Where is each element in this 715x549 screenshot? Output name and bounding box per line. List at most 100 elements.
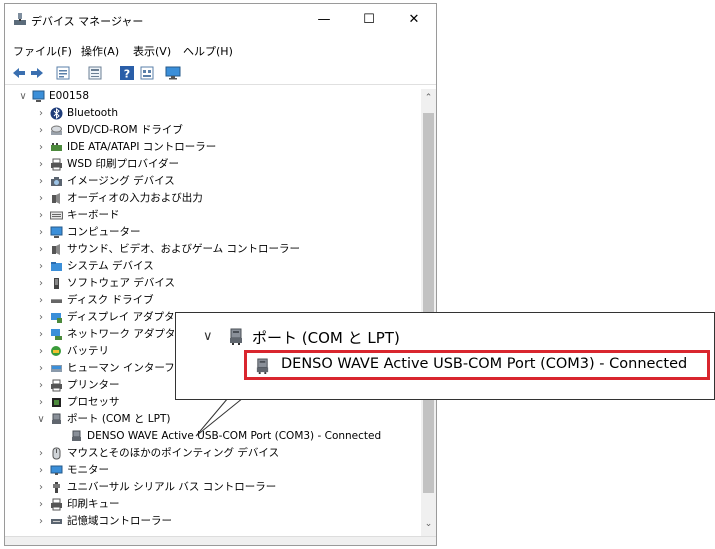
port-icon bbox=[230, 328, 242, 345]
properties-icon[interactable] bbox=[55, 65, 71, 81]
monitor-icon[interactable] bbox=[165, 65, 181, 81]
network-adapter-icon bbox=[50, 328, 63, 341]
tree-item-label: バッテリ bbox=[67, 345, 109, 357]
tree-item-label: ソフトウェア デバイス bbox=[67, 277, 176, 289]
chevron-right-icon[interactable]: › bbox=[36, 326, 46, 343]
window-title: デバイス マネージャー bbox=[31, 15, 144, 28]
keyboard-icon bbox=[50, 209, 63, 222]
back-arrow-icon[interactable] bbox=[11, 65, 27, 81]
tree-item-label: オーディオの入力および出力 bbox=[67, 192, 203, 204]
chevron-right-icon[interactable]: › bbox=[36, 394, 46, 411]
maximize-button[interactable]: ☐ bbox=[347, 4, 391, 36]
tree-item-label: ユニバーサル シリアル バス コントローラー bbox=[67, 481, 277, 493]
system-folder-icon bbox=[50, 260, 63, 273]
speaker-icon bbox=[50, 192, 63, 205]
speaker-icon bbox=[50, 243, 63, 256]
battery-icon bbox=[50, 345, 63, 358]
tree-item-label: プリンター bbox=[67, 379, 120, 391]
status-bar bbox=[5, 536, 436, 545]
chevron-right-icon[interactable]: › bbox=[36, 292, 46, 309]
chevron-right-icon[interactable]: › bbox=[36, 156, 46, 173]
computer-icon bbox=[32, 90, 45, 103]
chevron-right-icon[interactable]: › bbox=[36, 241, 46, 258]
tree-item-label: イメージング デバイス bbox=[67, 175, 175, 187]
chevron-right-icon[interactable]: › bbox=[36, 207, 46, 224]
chevron-right-icon[interactable]: › bbox=[36, 224, 46, 241]
chevron-right-icon[interactable]: › bbox=[36, 258, 46, 275]
zoom-callout: ∨ ポート (COM と LPT) DENSO WAVE Active USB-… bbox=[175, 312, 715, 400]
toolbar: ? bbox=[5, 62, 436, 85]
chevron-right-icon[interactable]: › bbox=[36, 275, 46, 292]
tree-item-label: サウンド、ビデオ、およびゲーム コントローラー bbox=[67, 243, 300, 255]
tree-item-label: システム デバイス bbox=[67, 260, 154, 272]
chevron-right-icon[interactable]: › bbox=[36, 513, 46, 530]
menu-view[interactable]: 表示(V) bbox=[133, 43, 171, 59]
scroll-down-arrow-icon[interactable]: ⌄ bbox=[421, 519, 436, 529]
title-bar: デバイス マネージャー — ☐ ✕ bbox=[5, 4, 436, 36]
help-icon[interactable]: ? bbox=[119, 65, 135, 81]
tree-item-label: ネットワーク アダプター bbox=[67, 328, 186, 340]
port-icon bbox=[256, 358, 269, 374]
tree-item-label: マウスとそのほかのポインティング デバイス bbox=[67, 447, 280, 459]
chevron-right-icon[interactable]: › bbox=[36, 343, 46, 360]
tree-item-label: 記憶域コントローラー bbox=[67, 515, 172, 527]
menu-bar: ファイル(F) 操作(A) 表示(V) ヘルプ(H) bbox=[5, 40, 436, 60]
zoom-device-highlight: DENSO WAVE Active USB-COM Port (COM3) - … bbox=[244, 350, 710, 380]
device-manager-icon bbox=[14, 13, 26, 25]
chevron-right-icon[interactable]: › bbox=[36, 377, 46, 394]
storage-controller-icon bbox=[50, 515, 63, 528]
tree-item-label: WSD 印刷プロバイダー bbox=[67, 158, 180, 170]
tree-item-label: DVD/CD-ROM ドライブ bbox=[67, 124, 183, 136]
chevron-right-icon[interactable]: › bbox=[36, 479, 46, 496]
mouse-icon bbox=[50, 447, 63, 460]
camera-icon bbox=[50, 175, 63, 188]
software-device-icon bbox=[50, 277, 63, 290]
chevron-right-icon[interactable]: › bbox=[36, 139, 46, 156]
printer-icon bbox=[50, 158, 63, 171]
port-icon bbox=[70, 430, 83, 443]
chevron-right-icon[interactable]: › bbox=[36, 105, 46, 122]
forward-arrow-icon[interactable] bbox=[29, 65, 45, 81]
device-list-icon[interactable] bbox=[87, 65, 103, 81]
chevron-right-icon[interactable]: › bbox=[36, 462, 46, 479]
chevron-right-icon[interactable]: › bbox=[36, 173, 46, 190]
zoom-category-label: ポート (COM と LPT) bbox=[252, 329, 400, 347]
view-icon[interactable] bbox=[139, 65, 155, 81]
hid-icon bbox=[50, 362, 63, 375]
tree-item-label: ディスプレイ アダプター bbox=[67, 311, 186, 323]
tree-item-label: プロセッサ bbox=[67, 396, 120, 408]
port-icon bbox=[50, 413, 63, 426]
close-button[interactable]: ✕ bbox=[392, 4, 436, 36]
display-adapter-icon bbox=[50, 311, 63, 324]
chevron-right-icon[interactable]: › bbox=[36, 496, 46, 513]
tree-item-label: ポート (COM と LPT) bbox=[67, 413, 171, 425]
dvd-drive-icon bbox=[50, 124, 63, 137]
tree-item-label: E00158 bbox=[49, 90, 90, 102]
tree-item-label: DENSO WAVE Active USB-COM Port (COM3) - … bbox=[87, 430, 382, 442]
chevron-right-icon[interactable]: › bbox=[36, 122, 46, 139]
ide-controller-icon bbox=[50, 141, 63, 154]
bluetooth-icon bbox=[50, 107, 63, 120]
chevron-right-icon[interactable]: › bbox=[36, 190, 46, 207]
menu-help[interactable]: ヘルプ(H) bbox=[183, 43, 233, 59]
chevron-right-icon[interactable]: › bbox=[36, 360, 46, 377]
menu-file[interactable]: ファイル(F) bbox=[13, 43, 72, 59]
monitor-icon bbox=[50, 464, 63, 477]
scroll-thumb[interactable] bbox=[423, 113, 434, 493]
menu-action[interactable]: 操作(A) bbox=[81, 43, 119, 59]
tree-item-label: モニター bbox=[67, 464, 109, 476]
scroll-up-arrow-icon[interactable]: ⌃ bbox=[421, 93, 436, 103]
chevron-right-icon[interactable]: › bbox=[36, 309, 46, 326]
computer-icon bbox=[50, 226, 63, 239]
minimize-button[interactable]: — bbox=[302, 4, 346, 36]
usb-icon bbox=[50, 481, 63, 494]
chevron-down-icon[interactable]: ∨ bbox=[18, 88, 28, 105]
tree-item-label: IDE ATA/ATAPI コントローラー bbox=[67, 141, 217, 153]
chevron-down-icon: ∨ bbox=[203, 329, 213, 344]
zoom-device-label: DENSO WAVE Active USB-COM Port (COM3) - … bbox=[281, 356, 688, 372]
device-manager-window: デバイス マネージャー — ☐ ✕ ファイル(F) 操作(A) 表示(V) ヘル… bbox=[4, 3, 437, 546]
tree-item-label: ディスク ドライブ bbox=[67, 294, 154, 306]
chevron-right-icon[interactable]: › bbox=[36, 445, 46, 462]
tree-item-label: Bluetooth bbox=[67, 107, 118, 119]
chevron-down-icon[interactable]: ∨ bbox=[36, 411, 46, 428]
